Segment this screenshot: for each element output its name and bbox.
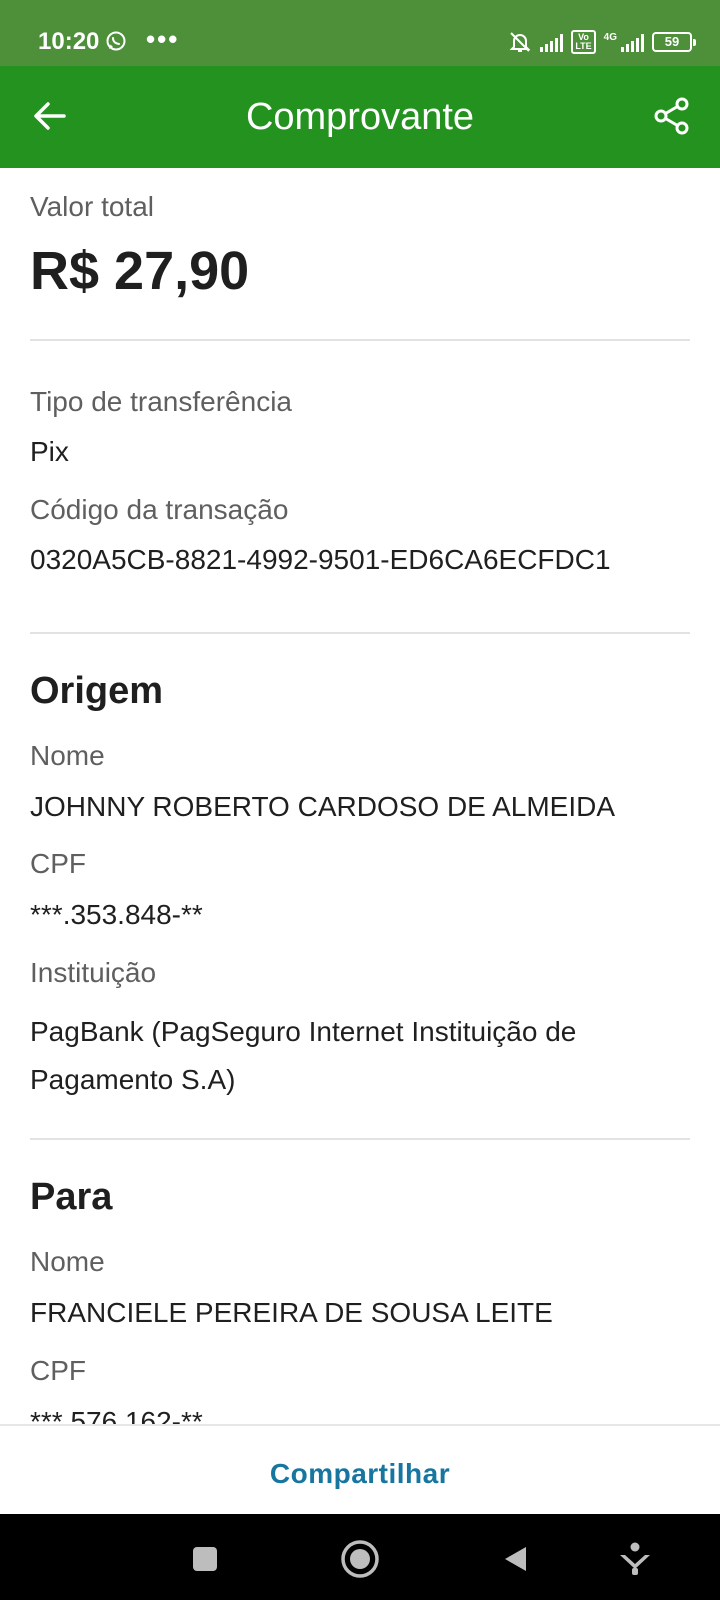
- origin-title: Origem: [30, 670, 164, 712]
- triangle-back-icon: [505, 1547, 526, 1571]
- status-bar: 10:20 ••• Vo LTE 4G 59: [0, 0, 720, 66]
- accessibility-button[interactable]: [610, 1534, 660, 1584]
- battery-icon: 59: [652, 32, 696, 52]
- total-label: Valor total: [30, 191, 154, 222]
- more-notifications-icon: •••: [146, 24, 180, 54]
- destination-name-value: FRANCIELE PEREIRA DE SOUSA LEITE: [30, 1297, 553, 1328]
- status-time: 10:20: [38, 28, 100, 55]
- status-icons: Vo LTE 4G 59: [508, 28, 696, 56]
- home-circle-icon: [341, 1540, 379, 1578]
- share-button[interactable]: [652, 96, 692, 138]
- origin-cpf-label: CPF: [30, 848, 86, 879]
- divider: [30, 339, 690, 341]
- recent-apps-button[interactable]: [180, 1534, 230, 1584]
- back-nav-button[interactable]: [490, 1534, 540, 1584]
- destination-name-label: Nome: [30, 1246, 105, 1277]
- transfer-type-label: Tipo de transferência: [30, 386, 292, 417]
- page-title: Comprovante: [245, 96, 475, 138]
- bottom-action-bar: Compartilhar: [0, 1424, 720, 1516]
- origin-institution-label: Instituição: [30, 957, 157, 988]
- divider: [30, 632, 690, 634]
- destination-cpf-label: CPF: [30, 1355, 86, 1386]
- transfer-type-value: Pix: [30, 436, 69, 467]
- total-value: R$ 27,90: [30, 241, 250, 301]
- accessibility-icon: [620, 1542, 650, 1575]
- system-nav-bar: [0, 1514, 720, 1600]
- square-icon: [193, 1547, 217, 1571]
- app-bar: Comprovante: [0, 66, 720, 168]
- share-icon: [654, 97, 689, 135]
- transaction-code-value: 0320A5CB-8821-4992-9501-ED6CA6ECFDC1: [30, 544, 611, 575]
- origin-cpf-value: ***.353.848-**: [30, 899, 203, 930]
- origin-institution-value: PagBank (PagSeguro Internet Instituição …: [30, 1016, 577, 1095]
- whatsapp-icon: [105, 30, 127, 57]
- volte-icon: Vo LTE: [571, 30, 596, 54]
- signal-icon: [540, 32, 564, 52]
- signal-icon-2: [621, 32, 644, 52]
- network-type: 4G: [603, 31, 617, 43]
- destination-title: Para: [30, 1176, 113, 1218]
- origin-name-value: JOHNNY ROBERTO CARDOSO DE ALMEIDA: [30, 791, 616, 822]
- bell-off-icon: [509, 32, 531, 52]
- divider: [30, 1138, 690, 1140]
- home-button[interactable]: [335, 1534, 385, 1584]
- origin-name-label: Nome: [30, 740, 105, 771]
- share-text-button[interactable]: Compartilhar: [0, 1458, 720, 1490]
- battery-level: 59: [652, 32, 692, 52]
- transaction-code-label: Código da transação: [30, 494, 289, 525]
